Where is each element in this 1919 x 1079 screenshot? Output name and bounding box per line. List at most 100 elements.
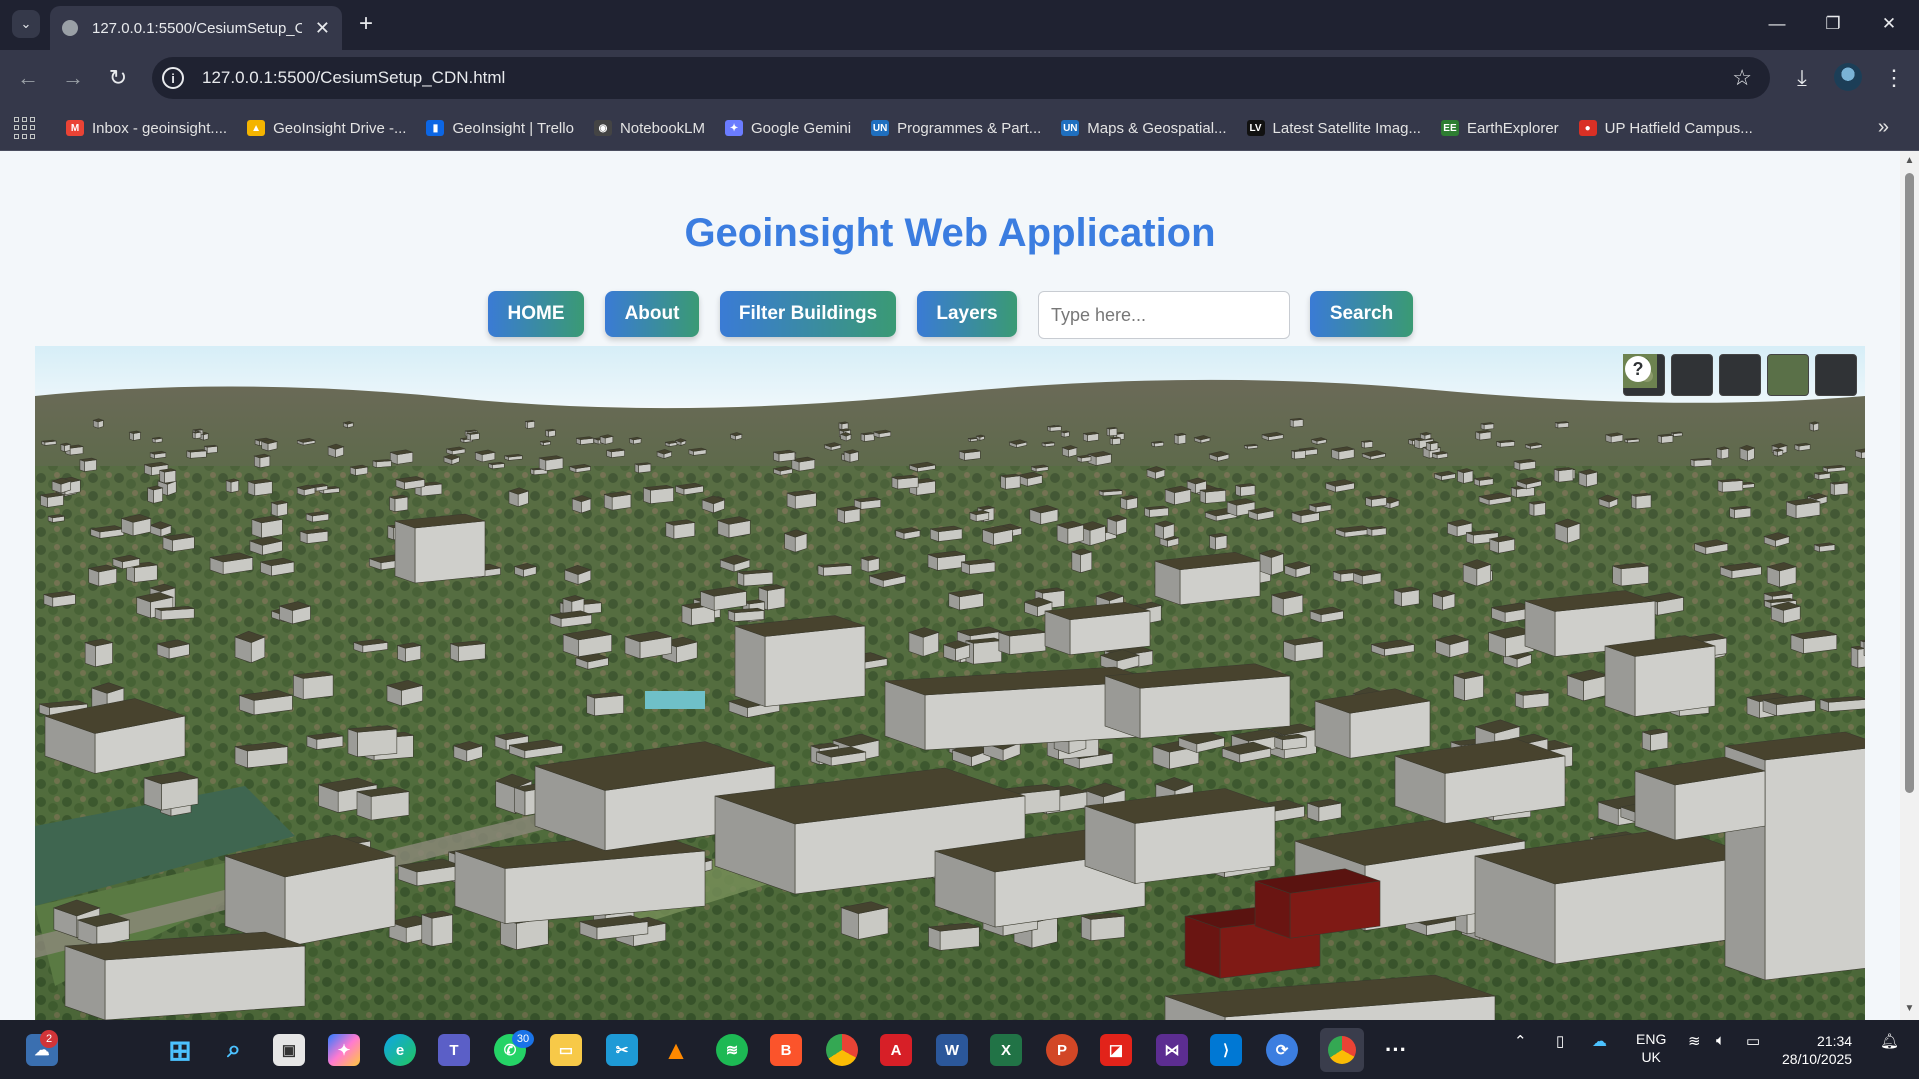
bookmark-item[interactable]: EE EarthExplorer: [1440, 120, 1559, 137]
building: [153, 487, 163, 504]
bookmark-item[interactable]: ◉ NotebookLM: [593, 120, 705, 137]
edge-icon[interactable]: e: [384, 1034, 416, 1066]
building: [276, 502, 288, 517]
search-button[interactable]: Search: [1310, 291, 1413, 337]
bookmark-item[interactable]: ● UP Hatfield Campus...: [1578, 120, 1753, 137]
region-text: UK: [1641, 1049, 1661, 1065]
usb-icon[interactable]: ▯: [1556, 1032, 1564, 1050]
windows-start-icon[interactable]: ⊞: [164, 1034, 196, 1066]
amd-software-icon[interactable]: ◪: [1100, 1034, 1132, 1066]
task-view-icon[interactable]: ▣: [273, 1034, 305, 1066]
app-sync-icon[interactable]: ⟳: [1266, 1034, 1298, 1066]
more-apps-icon[interactable]: ···: [1380, 1034, 1412, 1066]
maps-pin-icon: ●: [1578, 120, 1597, 136]
bookmark-star-icon[interactable]: ☆: [1732, 65, 1752, 91]
building: [764, 625, 866, 707]
brave-icon[interactable]: B: [770, 1034, 802, 1066]
page-scrollbar[interactable]: ▲ ▼: [1900, 151, 1919, 1020]
building: [1634, 645, 1716, 717]
visual-studio-icon[interactable]: ⋈: [1156, 1034, 1188, 1066]
bookmark-label: Google Gemini: [751, 119, 852, 137]
clock[interactable]: 21:34 28/10/2025: [1782, 1032, 1852, 1068]
home-view-icon[interactable]: [1625, 354, 1713, 396]
back-button[interactable]: ←: [12, 62, 44, 94]
wifi-icon[interactable]: ≋: [1688, 1032, 1701, 1050]
bookmark-item[interactable]: UN Programmes & Part...: [871, 120, 1041, 137]
bookmark-item[interactable]: UN Maps & Geospatial...: [1061, 120, 1227, 137]
filter-buildings-button[interactable]: Filter Buildings: [720, 291, 896, 337]
teams-icon[interactable]: T: [438, 1034, 470, 1066]
close-tab-icon[interactable]: ✕: [315, 18, 330, 39]
chrome-active-icon[interactable]: [1320, 1028, 1364, 1072]
onedrive-icon[interactable]: ☁: [1592, 1032, 1607, 1050]
tab-search-button[interactable]: ⌄: [12, 10, 40, 38]
url-text[interactable]: 127.0.0.1:5500/CesiumSetup_CDN.html: [202, 68, 505, 88]
taskbar-search-icon[interactable]: ⌕: [218, 1034, 250, 1066]
spotify-icon[interactable]: ≋: [716, 1034, 748, 1066]
bookmark-item[interactable]: ▮ GeoInsight | Trello: [426, 120, 574, 137]
about-button[interactable]: About: [605, 291, 699, 337]
address-bar[interactable]: i 127.0.0.1:5500/CesiumSetup_CDN.html ☆: [152, 57, 1770, 99]
word-icon[interactable]: W: [936, 1034, 968, 1066]
building: [1533, 502, 1546, 517]
bookmark-item[interactable]: ▲ GeoInsight Drive -...: [247, 120, 406, 137]
bookmark-item[interactable]: M Inbox - geoinsight....: [66, 120, 227, 137]
battery-icon[interactable]: ▭: [1746, 1032, 1760, 1050]
building: [1830, 482, 1835, 496]
forward-button[interactable]: →: [57, 62, 89, 94]
building: [514, 787, 526, 817]
3d-city-scene[interactable]: [35, 346, 1865, 1020]
minimize-button[interactable]: —: [1760, 8, 1794, 40]
vscode-icon[interactable]: ⟩: [1210, 1034, 1242, 1066]
snipping-tool-icon[interactable]: ✂: [606, 1034, 638, 1066]
building: [1177, 434, 1187, 445]
close-window-button[interactable]: ✕: [1872, 8, 1906, 40]
copilot-icon[interactable]: ✦: [328, 1034, 360, 1066]
notifications-icon[interactable]: 🔔︎: [1880, 1032, 1899, 1050]
scene-mode-globe-icon[interactable]: [1625, 354, 1761, 396]
base-layer-picker-icon[interactable]: [1623, 354, 1809, 396]
building: [1174, 434, 1179, 445]
active-tab[interactable]: 127.0.0.1:5500/CesiumSetup_CDN.html ✕: [50, 6, 342, 50]
building: [643, 487, 651, 505]
file-explorer-icon[interactable]: ▭: [550, 1034, 582, 1066]
globe-favicon-icon: [62, 20, 78, 36]
reload-button[interactable]: ↻: [102, 62, 134, 94]
vlc-icon[interactable]: ▲: [660, 1034, 692, 1066]
building: [357, 728, 398, 758]
building: [1635, 494, 1652, 510]
help-icon[interactable]: ?: [1625, 354, 1857, 396]
page-title: Geoinsight Web Application: [684, 211, 1216, 255]
more-bookmarks-icon[interactable]: »: [1878, 116, 1889, 139]
building: [230, 480, 239, 493]
scrollbar-thumb[interactable]: [1905, 173, 1914, 793]
apps-grid-icon[interactable]: [14, 117, 36, 139]
language-indicator[interactable]: ENG UK: [1636, 1030, 1666, 1066]
building: [1850, 646, 1859, 669]
download-icon[interactable]: ⤓: [1786, 62, 1818, 94]
building: [973, 640, 1002, 665]
cesium-3d-viewer[interactable]: ?: [35, 346, 1865, 1020]
time-text: 21:34: [1817, 1033, 1853, 1049]
un-icon: UN: [1061, 120, 1080, 136]
menu-kebab-icon[interactable]: ⋮: [1878, 62, 1910, 94]
volume-icon[interactable]: 🔈︎: [1716, 1032, 1725, 1049]
layers-button[interactable]: Layers: [917, 291, 1017, 337]
bookmark-item[interactable]: LV Latest Satellite Imag...: [1246, 120, 1421, 137]
chrome-icon[interactable]: [826, 1034, 858, 1066]
search-input[interactable]: [1038, 291, 1290, 339]
building: [1071, 551, 1081, 574]
whatsapp-badge: 30: [512, 1030, 534, 1048]
powerpoint-icon[interactable]: P: [1046, 1034, 1078, 1066]
home-button[interactable]: HOME: [488, 291, 584, 337]
new-tab-button[interactable]: +: [352, 10, 380, 38]
acrobat-icon[interactable]: A: [880, 1034, 912, 1066]
excel-icon[interactable]: X: [990, 1034, 1022, 1066]
bookmark-item[interactable]: ✦ Google Gemini: [725, 120, 851, 137]
language-text: ENG: [1636, 1031, 1667, 1047]
restore-button[interactable]: ❐: [1816, 8, 1850, 40]
tray-overflow-icon[interactable]: ⌃: [1514, 1032, 1527, 1050]
profile-avatar[interactable]: [1834, 63, 1862, 91]
site-info-icon[interactable]: i: [162, 67, 184, 89]
building: [1081, 915, 1092, 942]
